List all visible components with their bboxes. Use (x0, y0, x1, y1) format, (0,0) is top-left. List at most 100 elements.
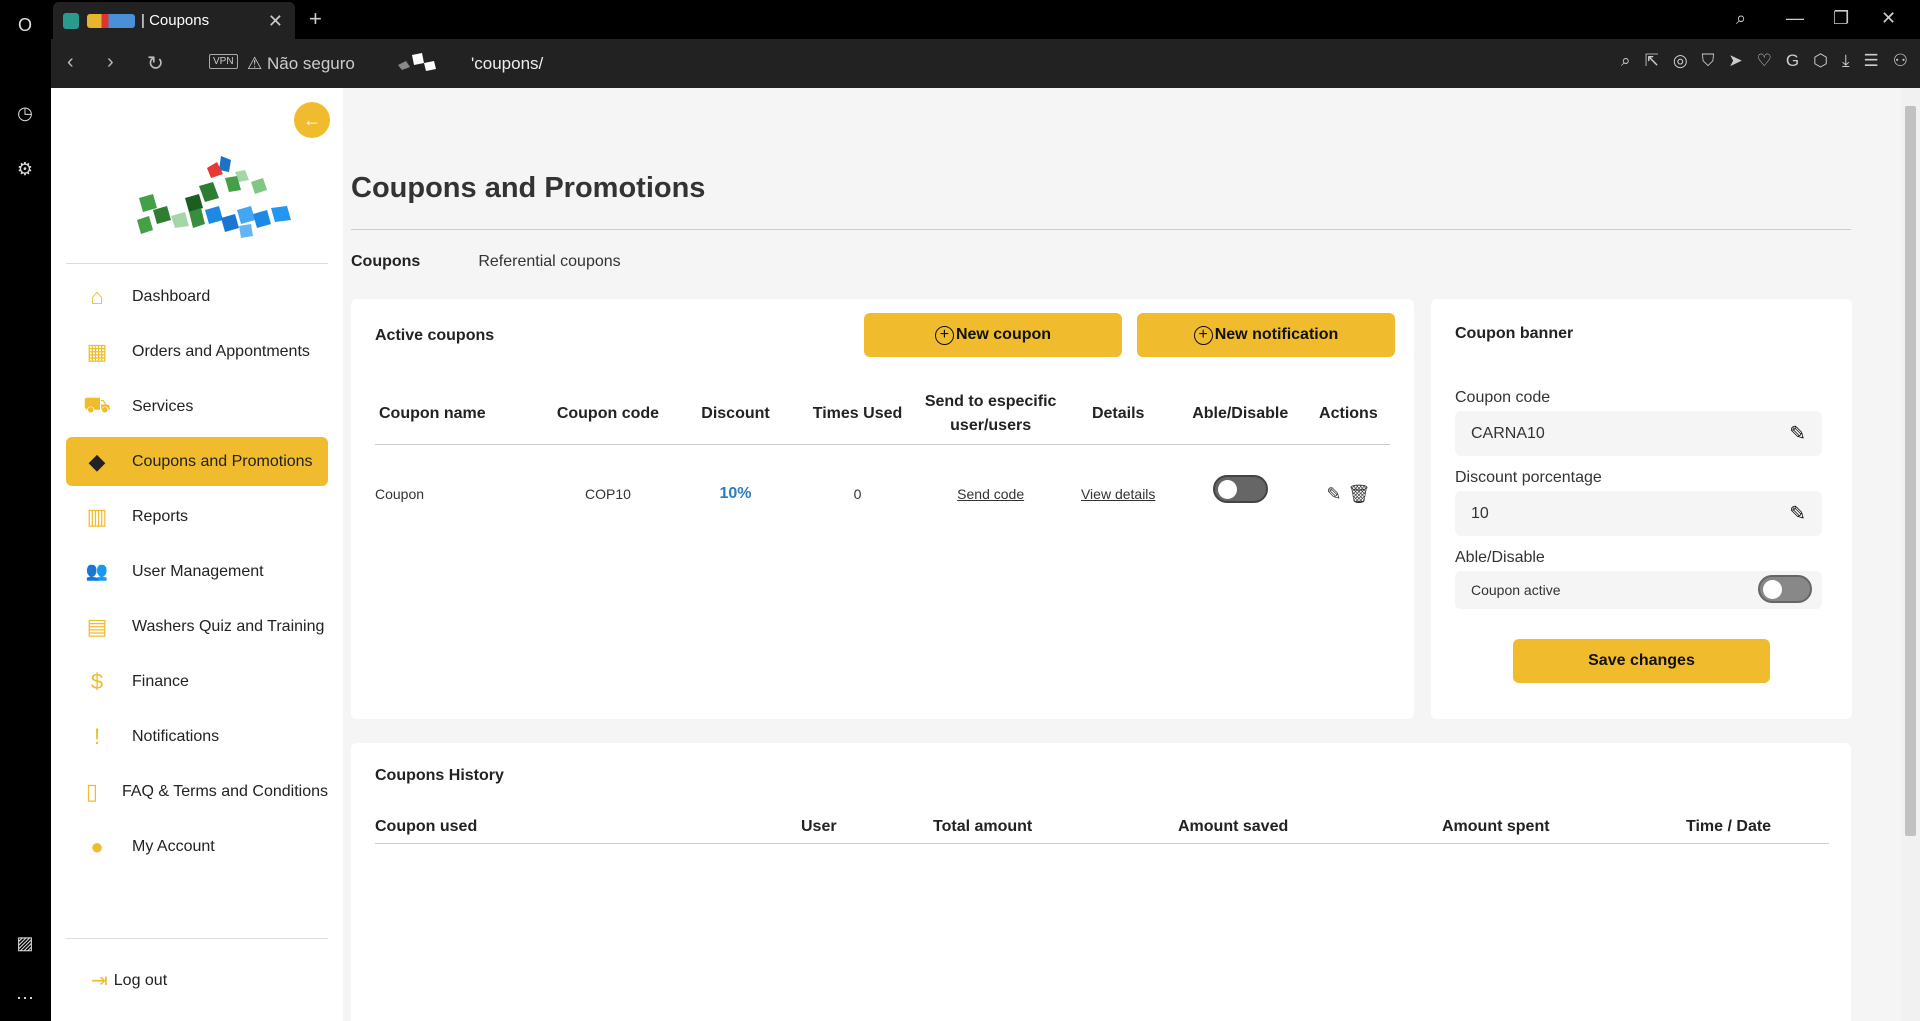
able-disable-label: Able/Disable (1455, 549, 1545, 566)
download-icon[interactable]: ⤓ (1842, 51, 1850, 71)
close-tab-icon[interactable]: ✕ (268, 11, 283, 32)
camera-icon[interactable]: ◎ (1673, 51, 1688, 71)
coupon-name: Coupon (375, 486, 425, 503)
sidebar-item-dashboard[interactable]: ⌂ Dashboard (66, 272, 328, 321)
plus-circle-icon: + (1193, 325, 1213, 345)
collapse-sidebar-button[interactable]: ← (294, 102, 330, 138)
more-icon[interactable]: ⋯ (12, 985, 38, 1011)
gallery-icon[interactable]: ▨ (12, 930, 38, 956)
coupon-code: COP10 (584, 486, 631, 503)
translate-icon[interactable]: G (1786, 51, 1799, 71)
shield-icon[interactable]: ⛉ (1702, 51, 1715, 71)
save-changes-button[interactable]: Save changes (1513, 639, 1770, 683)
coupon-banner-heading: Coupon banner (1455, 325, 1574, 342)
close-window-icon[interactable]: ✕ (1881, 8, 1896, 29)
logout-button[interactable]: ⇥ Log out (91, 968, 167, 993)
col-amount-spent: Amount spent (1442, 811, 1686, 844)
table-header-row: Coupon name Coupon code Discount Times U… (375, 384, 1390, 445)
heart-icon[interactable]: ♡ (1757, 51, 1772, 71)
tab-title: | Coupons (141, 12, 210, 29)
edit-pencil-icon[interactable]: ✎ (1789, 501, 1806, 526)
calendar-icon: ▦ (86, 338, 108, 364)
plus-circle-icon: + (934, 325, 954, 345)
restore-icon[interactable]: ❐ (1833, 8, 1849, 29)
dollar-icon: $ (90, 668, 104, 694)
sidebar-item-orders[interactable]: ▦ Orders and Appontments (66, 327, 328, 376)
car-icon: ⛟ (83, 392, 111, 417)
new-tab-button[interactable]: + (309, 6, 322, 32)
col-time-date: Time / Date (1686, 811, 1829, 844)
col-actions: Actions (1306, 384, 1390, 445)
send-icon[interactable]: ➤ (1728, 51, 1742, 71)
coupon-active-text: Coupon active (1471, 582, 1561, 598)
history-icon[interactable]: ◷ (12, 100, 38, 126)
sidebar-item-services[interactable]: ⛟ Services (66, 382, 328, 431)
page-scrollbar[interactable] (1901, 88, 1920, 1021)
sidebar-item-faq[interactable]: ▯ FAQ & Terms and Conditions (66, 767, 328, 816)
browser-toolbar: ⌕ ⇱ ◎ ⛉ ➤ ♡ G ⬡ ⤓ ☰ ⚇ (1621, 51, 1908, 71)
security-status[interactable]: ⚠ Não seguro (247, 54, 355, 74)
col-coupon-code: Coupon code (541, 384, 675, 445)
page-title: Coupons and Promotions (351, 172, 706, 204)
sidebar-item-label: My Account (132, 837, 215, 855)
forward-icon[interactable]: › (107, 51, 114, 74)
back-icon[interactable]: ‹ (67, 51, 74, 74)
minimize-icon[interactable]: — (1786, 8, 1804, 29)
trash-icon[interactable]: 🗑 (1348, 484, 1371, 505)
alert-icon: ! (93, 723, 101, 749)
coupon-code-field[interactable]: CARNA10 ✎ (1455, 411, 1822, 456)
discount-percentage-field[interactable]: 10 ✎ (1455, 491, 1822, 536)
sidebar-item-reports[interactable]: ▥ Reports (66, 492, 328, 541)
sidebar-divider (66, 263, 328, 264)
profile-icon[interactable]: ⚇ (1893, 51, 1908, 71)
col-coupon-used: Coupon used (375, 811, 801, 844)
edit-icon[interactable]: ✎ (1326, 484, 1341, 505)
table-row: Coupon COP10 10% 0 Send code View detail… (375, 444, 1390, 544)
new-coupon-label: New coupon (955, 326, 1052, 343)
sidebar-item-label: Notifications (132, 727, 220, 745)
cube-icon[interactable]: ⬡ (1813, 51, 1828, 71)
opera-logo-icon[interactable]: O (12, 12, 38, 38)
view-details-link[interactable]: View details (1081, 486, 1155, 502)
sidebar-item-label: Finance (132, 672, 189, 690)
brand-logo (137, 156, 291, 238)
browser-sidebar: O ◷ ⚙ ▨ ⋯ (0, 0, 51, 1021)
coupon-enable-toggle[interactable] (1212, 474, 1268, 503)
col-discount: Discount (674, 384, 797, 445)
sidebar-item-washers-quiz[interactable]: ▤ Washers Quiz and Training (66, 602, 328, 651)
zoom-icon[interactable]: ⌕ (1621, 51, 1631, 71)
sidebar-item-my-account[interactable]: ● My Account (66, 822, 328, 871)
scrollbar-thumb[interactable] (1905, 106, 1916, 836)
col-coupon-name: Coupon name (375, 384, 542, 445)
col-able-disable: Able/Disable (1173, 384, 1307, 445)
sidebar-item-notifications[interactable]: ! Notifications (66, 712, 328, 761)
address-bar: ‹ › ↻ VPN ⚠ Não seguro 'coupons/ ⌕ ⇱ ◎ ⛉… (51, 39, 1920, 88)
url-input[interactable]: 'coupons/ (471, 54, 543, 74)
active-coupons-table: Coupon name Coupon code Discount Times U… (375, 384, 1390, 544)
sidebar-item-user-management[interactable]: 👥 User Management (66, 547, 328, 596)
settings-icon[interactable]: ⚙ (12, 156, 38, 182)
logout-icon: ⇥ (91, 970, 108, 992)
search-tabs-icon[interactable]: ⌕ (1736, 8, 1746, 29)
edit-pencil-icon[interactable]: ✎ (1789, 421, 1806, 446)
new-notification-button[interactable]: + New notification (1137, 313, 1395, 357)
save-changes-label: Save changes (1588, 652, 1695, 669)
vpn-badge[interactable]: VPN (209, 54, 238, 69)
col-total-amount: Total amount (933, 811, 1178, 844)
sidebar-item-coupons[interactable]: ◆ Coupons and Promotions (66, 437, 328, 486)
tab-referential-coupons[interactable]: Referential coupons (478, 253, 620, 271)
sidebar-item-label: User Management (132, 562, 264, 580)
new-coupon-button[interactable]: + New coupon (864, 313, 1122, 357)
send-code-link[interactable]: Send code (957, 486, 1024, 502)
sidebar-item-label: FAQ & Terms and Conditions (121, 782, 328, 800)
title-divider (351, 229, 1851, 230)
file-icon: ▯ (85, 778, 99, 804)
reload-icon[interactable]: ↻ (147, 51, 164, 76)
browser-tab[interactable]: | Coupons ✕ (53, 2, 295, 39)
sidebar-item-finance[interactable]: $ Finance (66, 657, 328, 706)
coupon-active-toggle[interactable] (1758, 575, 1812, 603)
easy-setup-icon[interactable]: ☰ (1864, 51, 1879, 71)
share-icon[interactable]: ⇱ (1645, 51, 1659, 71)
tab-coupons[interactable]: Coupons (351, 253, 420, 271)
logout-label: Log out (113, 971, 168, 989)
